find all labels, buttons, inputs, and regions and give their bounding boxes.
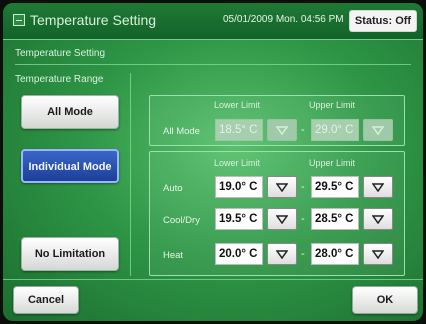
ok-button[interactable]: OK	[352, 286, 418, 314]
heat-row-label: Heat	[163, 250, 184, 261]
all-mode-lower-value[interactable]: 18.5° C	[215, 119, 263, 141]
section-title: Temperature Setting	[15, 48, 106, 59]
dropdown-arrow-icon	[276, 183, 288, 192]
no-limitation-button[interactable]: No Limitation	[21, 237, 119, 271]
dropdown-arrow-icon	[372, 126, 384, 135]
range-title: Temperature Range	[15, 74, 104, 85]
heat-lower-value[interactable]: 20.0° C	[215, 243, 263, 265]
individual-mode-button[interactable]: Individual Mode	[21, 149, 119, 183]
cool-dry-upper-value[interactable]: 28.5° C	[311, 208, 359, 230]
temperature-setting-screen: Temperature Setting 05/01/2009 Mon. 04:5…	[3, 3, 423, 321]
all-mode-button[interactable]: All Mode	[21, 95, 119, 129]
all-mode-upper-value[interactable]: 29.0° C	[311, 119, 359, 141]
heat-upper-dropdown[interactable]	[363, 243, 393, 265]
status-badge[interactable]: Status: Off	[349, 10, 417, 32]
heat-lower-dropdown[interactable]	[267, 243, 297, 265]
all-mode-row-label: All Mode	[163, 126, 200, 137]
cool-dry-upper-dropdown[interactable]	[363, 208, 393, 230]
dropdown-arrow-icon	[372, 183, 384, 192]
range-separator: -	[301, 181, 305, 193]
cool-dry-lower-dropdown[interactable]	[267, 208, 297, 230]
individual-lower-header: Lower Limit	[214, 158, 261, 168]
dropdown-arrow-icon	[276, 126, 288, 135]
auto-lower-value[interactable]: 19.0° C	[215, 176, 263, 198]
dropdown-arrow-icon	[276, 215, 288, 224]
title-bar: Temperature Setting 05/01/2009 Mon. 04:5…	[3, 3, 423, 40]
range-separator: -	[301, 248, 305, 260]
all-mode-upper-header: Upper Limit	[309, 100, 356, 110]
auto-row-label: Auto	[163, 183, 183, 194]
auto-upper-dropdown[interactable]	[363, 176, 393, 198]
window-title: Temperature Setting	[30, 12, 157, 28]
cancel-button[interactable]: Cancel	[13, 286, 79, 314]
range-separator: -	[301, 124, 305, 136]
all-mode-lower-header: Lower Limit	[214, 100, 261, 110]
all-mode-upper-dropdown[interactable]	[363, 119, 393, 141]
dropdown-arrow-icon	[372, 215, 384, 224]
cool-dry-lower-value[interactable]: 19.5° C	[215, 208, 263, 230]
dropdown-arrow-icon	[276, 250, 288, 259]
window-icon	[13, 14, 25, 26]
footer-divider	[3, 279, 423, 280]
individual-upper-header: Upper Limit	[309, 158, 356, 168]
auto-lower-dropdown[interactable]	[267, 176, 297, 198]
all-mode-lower-dropdown[interactable]	[267, 119, 297, 141]
auto-upper-value[interactable]: 29.5° C	[311, 176, 359, 198]
heat-upper-value[interactable]: 28.0° C	[311, 243, 359, 265]
vertical-divider	[130, 73, 131, 276]
section-divider	[15, 64, 411, 65]
range-separator: -	[301, 213, 305, 225]
cool-dry-row-label: Cool/Dry	[163, 215, 200, 226]
dropdown-arrow-icon	[372, 250, 384, 259]
date-time: 05/01/2009 Mon. 04:56 PM	[223, 14, 344, 25]
